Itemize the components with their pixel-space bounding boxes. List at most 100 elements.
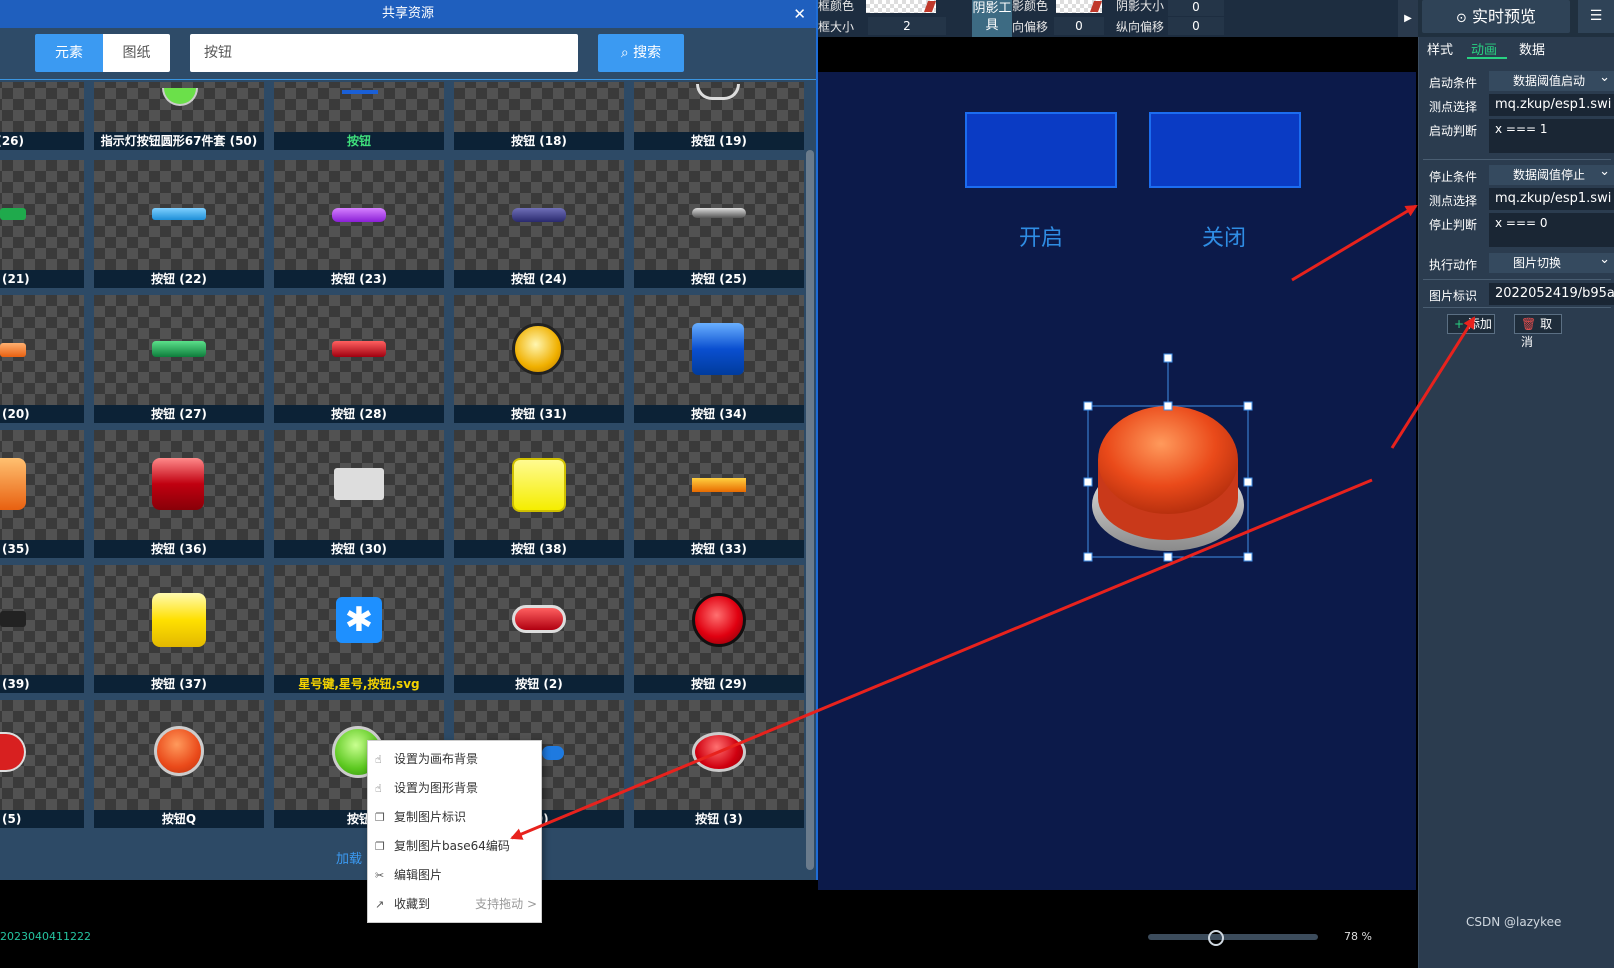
border-color-label: 框颜色 bbox=[818, 0, 855, 13]
red-push-button-selected[interactable] bbox=[1080, 350, 1260, 562]
resource-label: 按钮 (27) bbox=[94, 405, 264, 423]
stop-judge-textarea[interactable]: x === 0 bbox=[1489, 213, 1614, 247]
collapse-arrow-icon[interactable]: ▶ bbox=[1398, 0, 1418, 37]
close-text[interactable]: 关闭 bbox=[1202, 220, 1246, 252]
resource-item[interactable]: 按钮 (38) bbox=[454, 430, 624, 558]
tab-drawings[interactable]: 图纸 bbox=[103, 34, 170, 72]
resource-item[interactable]: (20) bbox=[0, 295, 84, 423]
red-bar-thumb bbox=[332, 341, 386, 357]
menu-item-copy-image-id[interactable]: ❐ 复制图片标识 bbox=[368, 803, 543, 832]
resource-item[interactable]: (21) bbox=[0, 160, 84, 288]
open-rect[interactable] bbox=[965, 112, 1117, 188]
tab-elements[interactable]: 元素 bbox=[35, 34, 103, 72]
menu-item-label: 设置为图形背景 bbox=[394, 781, 479, 795]
tab-data[interactable]: 数据 bbox=[1519, 39, 1545, 58]
resource-label: 按钮 (38) bbox=[454, 540, 624, 558]
resource-item[interactable]: 按钮 (18) bbox=[454, 82, 624, 150]
resource-item[interactable]: 按钮 (31) bbox=[454, 295, 624, 423]
orange-push-button-thumb bbox=[154, 726, 204, 776]
blue-bar-thumb bbox=[152, 208, 206, 220]
menu-item-copy-base64[interactable]: ❐ 复制图片base64编码 bbox=[368, 832, 543, 861]
dialog-title: 共享资源 ✕ bbox=[0, 0, 816, 28]
menu-item-label: 收藏到 bbox=[394, 897, 431, 911]
resource-item[interactable]: 按钮 (22) bbox=[94, 160, 264, 288]
resource-item[interactable]: (35) bbox=[0, 430, 84, 558]
resource-label: 按钮 (18) bbox=[454, 132, 624, 150]
red-square-button-thumb bbox=[152, 458, 204, 510]
action-label: 执行动作 bbox=[1429, 258, 1478, 272]
h-offset-input[interactable]: 0 bbox=[1054, 17, 1104, 35]
resource-item[interactable]: 按钮 (37) bbox=[94, 565, 264, 693]
resource-item[interactable]: ✱ 星号键,星号,按钮,svg bbox=[274, 565, 444, 693]
resource-label: (26) bbox=[0, 132, 84, 150]
live-preview-button[interactable]: ⊙ 实时预览 bbox=[1422, 0, 1570, 33]
search-input[interactable]: 按钮 bbox=[190, 34, 578, 72]
resource-item[interactable]: (5) bbox=[0, 700, 84, 828]
open-text[interactable]: 开启 bbox=[1019, 220, 1063, 252]
stop-condition-select[interactable]: 数据阈值停止 bbox=[1489, 162, 1614, 185]
resource-item[interactable]: 按钮 (33) bbox=[634, 430, 804, 558]
resource-item[interactable]: 按钮 (29) bbox=[634, 565, 804, 693]
design-canvas[interactable]: 开启 关闭 bbox=[818, 72, 1416, 890]
resource-item[interactable]: 按钮 (3) bbox=[634, 700, 804, 828]
resource-item[interactable]: 按钮 (19) bbox=[634, 82, 804, 150]
orange-bar-thumb bbox=[692, 478, 746, 492]
image-id-label: 图片标识 bbox=[1429, 289, 1478, 303]
shadow-color-swatch[interactable] bbox=[1056, 0, 1102, 13]
dialog-title-text: 共享资源 bbox=[381, 6, 434, 21]
menu-icon[interactable]: ☰ bbox=[1578, 0, 1614, 33]
resource-item[interactable]: 按钮 (28) bbox=[274, 295, 444, 423]
resource-item[interactable]: (39) bbox=[0, 565, 84, 693]
resource-item[interactable]: 指示灯按钮圆形67件套 (50) bbox=[94, 82, 264, 150]
cancel-button[interactable]: 🗑 取消 bbox=[1514, 314, 1562, 349]
shadow-size-input[interactable]: 0 bbox=[1168, 0, 1224, 16]
resource-item[interactable]: 按钮 (2) bbox=[454, 565, 624, 693]
resource-item[interactable]: 按钮 (36) bbox=[94, 430, 264, 558]
arrow-up-right-icon: ↗ bbox=[375, 898, 385, 911]
start-judge-textarea[interactable]: x === 1 bbox=[1489, 119, 1614, 153]
point-select2-input[interactable]: mq.zkup/esp1.swi bbox=[1489, 188, 1614, 210]
tab-animation[interactable]: 动画 bbox=[1471, 39, 1497, 58]
dialog-search-bar: 元素 图纸 按钮 ⌕ 搜索 bbox=[0, 28, 816, 80]
add-label: 添加 bbox=[1467, 317, 1492, 331]
load-more-link[interactable]: 加载 bbox=[336, 848, 362, 867]
close-rect[interactable] bbox=[1149, 112, 1301, 188]
search-icon: ⌕ bbox=[620, 45, 629, 61]
v-offset-input[interactable]: 0 bbox=[1168, 17, 1224, 35]
shadow-tool-button[interactable]: 阴影工具 bbox=[972, 0, 1012, 37]
border-color-swatch[interactable] bbox=[866, 0, 936, 13]
resource-item[interactable]: (26) bbox=[0, 82, 84, 150]
add-button[interactable]: + 添加 bbox=[1447, 314, 1495, 334]
stop-condition-label: 停止条件 bbox=[1429, 170, 1478, 184]
start-condition-label: 启动条件 bbox=[1429, 76, 1478, 90]
zoom-slider[interactable] bbox=[1148, 934, 1318, 940]
resource-item[interactable]: 按钮 (30) bbox=[274, 430, 444, 558]
stop-judge-label: 停止判断 bbox=[1429, 218, 1478, 232]
zoom-slider-handle[interactable] bbox=[1208, 930, 1224, 946]
tab-style[interactable]: 样式 bbox=[1427, 39, 1453, 58]
resource-item[interactable]: 按钮 (25) bbox=[634, 160, 804, 288]
menu-item-set-canvas-bg[interactable]: ☝ 设置为画布背景 bbox=[368, 745, 543, 774]
blue-bar-thumb bbox=[342, 90, 378, 94]
resource-item[interactable]: 按钮 (23) bbox=[274, 160, 444, 288]
resource-item[interactable]: 按钮 (24) bbox=[454, 160, 624, 288]
action-select[interactable]: 图片切换 bbox=[1489, 250, 1614, 273]
resource-item[interactable]: 按钮Q bbox=[94, 700, 264, 828]
resource-item[interactable]: 按钮 (27) bbox=[94, 295, 264, 423]
resource-label: 按钮 (24) bbox=[454, 270, 624, 288]
search-button[interactable]: ⌕ 搜索 bbox=[598, 34, 684, 72]
resource-item[interactable]: 按钮 (34) bbox=[634, 295, 804, 423]
resource-item[interactable]: 按钮 bbox=[274, 82, 444, 150]
border-size-input[interactable]: 2 bbox=[868, 17, 946, 35]
menu-item-set-shape-bg[interactable]: ☝ 设置为图形背景 bbox=[368, 774, 543, 803]
image-id-input[interactable]: 2022052419/b95a bbox=[1489, 283, 1614, 305]
resource-label: 指示灯按钮圆形67件套 (50) bbox=[94, 132, 264, 150]
start-condition-select[interactable]: 数据阈值启动 bbox=[1489, 68, 1614, 91]
menu-item-collect-to[interactable]: ↗ 收藏到 支持拖动 > bbox=[368, 890, 543, 919]
menu-item-edit-image[interactable]: ✂ 编辑图片 bbox=[368, 861, 543, 890]
resource-label: 按钮 (19) bbox=[634, 132, 804, 150]
copy-icon: ❐ bbox=[375, 811, 385, 824]
point-select-input[interactable]: mq.zkup/esp1.swi bbox=[1489, 94, 1614, 116]
close-icon[interactable]: ✕ bbox=[793, 0, 806, 28]
grid-scrollbar[interactable] bbox=[806, 150, 814, 870]
